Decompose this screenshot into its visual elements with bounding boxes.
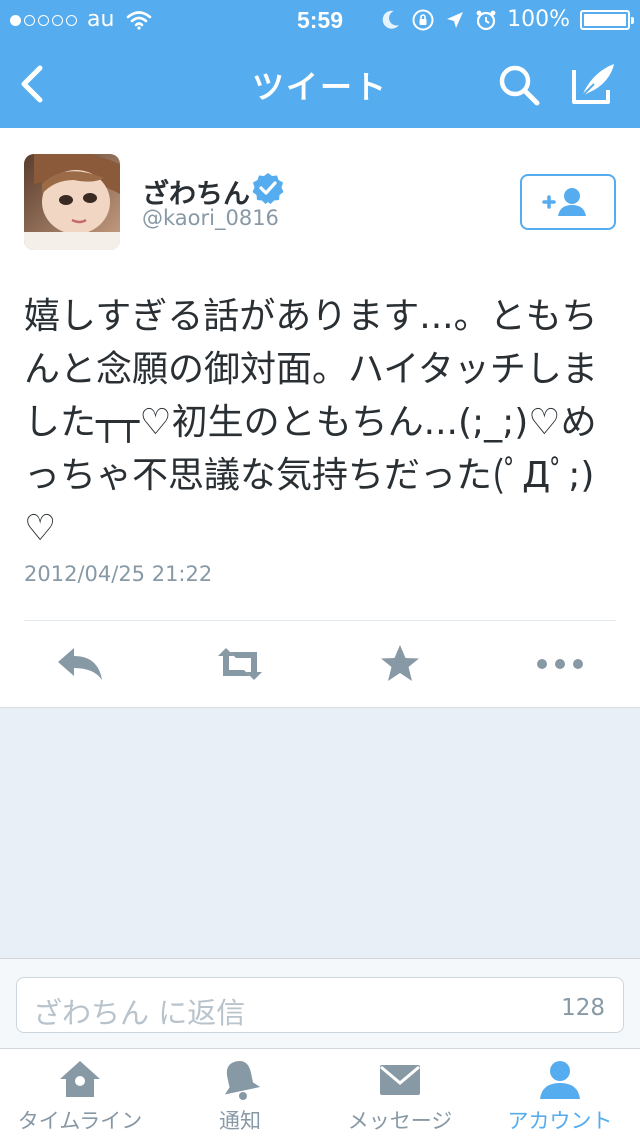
tab-notifications[interactable]: 通知 — [160, 1049, 320, 1136]
compose-icon[interactable] — [570, 60, 618, 108]
tab-messages[interactable]: メッセージ — [320, 1049, 480, 1136]
tweet-card: ざわちん @kaori_0816 嬉しすぎる話があります...。ともちんと念願の… — [0, 128, 640, 708]
avatar[interactable] — [24, 154, 120, 250]
location-icon — [447, 12, 464, 28]
person-icon — [540, 1061, 580, 1099]
reply-input[interactable]: ざわちん に返信 128 — [16, 977, 624, 1033]
tab-label: メッセージ — [347, 1109, 453, 1133]
moon-icon — [382, 10, 400, 29]
tab-label: 通知 — [219, 1109, 261, 1133]
tab-label: アカウント — [507, 1109, 613, 1133]
retweet-icon[interactable] — [212, 642, 268, 686]
top-bar: au 5:59 100% ツイート — [0, 0, 640, 128]
favorite-icon[interactable] — [372, 642, 428, 686]
follow-button[interactable] — [520, 174, 616, 230]
tab-timeline[interactable]: タイムライン — [0, 1049, 160, 1136]
tab-label: タイムライン — [17, 1109, 143, 1133]
tab-bar: タイムライン 通知 メッセージ アカウント — [0, 1048, 640, 1136]
more-icon[interactable] — [532, 642, 588, 686]
reply-bar: ざわちん に返信 128 — [0, 958, 640, 1048]
reply-char-count: 128 — [561, 995, 605, 1021]
search-icon[interactable] — [496, 62, 542, 108]
alarm-icon — [476, 10, 496, 31]
reply-placeholder: ざわちん に返信 — [33, 996, 246, 1030]
divider — [24, 620, 616, 621]
status-right: 100% — [381, 0, 634, 40]
tweet-text: 嬉しすぎる話があります...。ともちんと念願の御対面。ハイタッチしました┬┬♡初… — [24, 296, 598, 549]
battery-percent: 100% — [507, 7, 570, 32]
nav-bar: ツイート — [0, 40, 640, 128]
envelope-icon — [380, 1065, 420, 1095]
verified-badge-icon — [252, 173, 284, 204]
status-bar: au 5:59 100% — [0, 0, 640, 40]
page-title: ツイート — [251, 68, 388, 106]
reply-icon[interactable] — [52, 642, 108, 686]
tweet-timestamp: 2012/04/25 21:22 — [24, 562, 213, 586]
author-handle[interactable]: @kaori_0816 — [142, 206, 279, 230]
bell-icon — [224, 1061, 261, 1100]
home-icon — [60, 1061, 100, 1097]
battery-icon — [580, 10, 634, 30]
tab-account[interactable]: アカウント — [480, 1049, 640, 1136]
add-user-icon — [542, 188, 586, 216]
rotation-lock-icon — [412, 9, 434, 31]
